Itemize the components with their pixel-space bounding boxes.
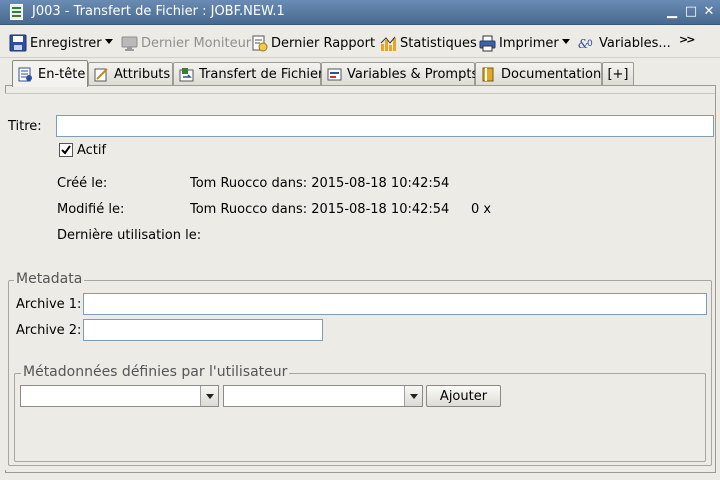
more-actions-icon[interactable]: >> [679,33,696,46]
add-tab-icon: [+] [607,67,629,82]
minimize-icon[interactable]: ▁ [664,4,680,20]
monitor-icon [121,36,138,51]
variables-button[interactable]: & 0 Variables... [578,33,671,53]
metadata-value-combo[interactable] [223,385,423,407]
variables-prompts-icon [327,68,342,81]
save-label: Enregistrer [30,35,102,51]
title-bar: J003 - Transfert de Fichier : JOBF.NEW.1… [0,0,720,25]
maximize-icon[interactable]: □ [683,4,699,20]
tab-documentation-label: Documentation [501,67,602,82]
window-title: J003 - Transfert de Fichier : JOBF.NEW.1 [32,4,285,19]
add-button[interactable]: Ajouter [426,385,501,407]
save-icon [9,34,27,52]
active-label: Actif [77,143,107,158]
tab-attributes[interactable]: Attributs [88,62,173,86]
archive2-label: Archive 2: [16,323,82,338]
archive2-field[interactable] [83,319,323,341]
chevron-down-icon[interactable] [404,386,422,406]
report-icon [252,35,268,51]
print-button[interactable]: Imprimer [479,33,559,53]
last-monitor-label: Dernier Moniteur [141,35,252,51]
svg-text:0: 0 [587,39,593,49]
tab-documentation[interactable]: Documentation [475,62,602,86]
toolbar: Enregistrer Dernier Moniteur Dernier Rap… [0,26,720,58]
documentation-icon [482,67,494,82]
tab-variables-prompts[interactable]: Variables & Prompts [321,62,479,86]
close-icon[interactable]: ✕ [701,4,717,20]
checkmark-icon [61,145,71,155]
active-checkbox[interactable] [59,143,73,157]
title-input[interactable] [57,116,713,136]
statistics-icon [380,36,396,51]
last-report-label: Dernier Rapport [271,35,376,51]
modified-value: Tom Ruocco dans: 2015-08-18 10:42:54 [190,202,450,217]
tab-file-transfer[interactable]: Transfert de Fichier [173,62,324,86]
print-dropdown-icon[interactable] [562,39,570,44]
last-used-label: Dernière utilisation le: [57,228,202,243]
last-report-button[interactable]: Dernier Rapport [251,33,375,53]
last-monitor-button[interactable]: Dernier Moniteur [121,33,251,53]
tab-add[interactable]: [+] [602,62,634,86]
tab-header-label: En-tête [38,66,86,82]
created-value: Tom Ruocco dans: 2015-08-18 10:42:54 [190,176,450,191]
save-dropdown-icon[interactable] [105,39,113,44]
metadata-group-title: Metadata [14,271,85,287]
user-metadata-group-title: Métadonnées définies par l'utilisateur [21,364,290,380]
tab-strip: En-tête Attributs Transfert de Fichier V… [0,58,720,87]
title-label: Titre: [8,119,42,134]
tab-file-transfer-label: Transfert de Fichier [199,67,324,82]
save-button[interactable]: Enregistrer [9,33,102,53]
app-icon [10,4,23,20]
chevron-down-icon[interactable] [200,386,218,406]
statistics-label: Statistiques [400,35,477,51]
metadata-key-combo[interactable] [20,385,219,407]
variables-icon: & 0 [578,37,593,51]
file-transfer-icon [179,68,194,82]
print-label: Imprimer [499,35,559,51]
modified-label: Modifié le: [57,202,125,217]
statistics-button[interactable]: Statistiques [380,33,477,53]
variables-label: Variables... [599,35,671,51]
tab-variables-prompts-label: Variables & Prompts [347,67,479,82]
archive1-label: Archive 1: [16,297,82,312]
print-icon [479,35,496,51]
modified-count: 0 x [471,202,492,217]
archive2-input[interactable] [84,320,322,340]
attributes-icon [94,68,108,82]
created-label: Créé le: [57,176,108,191]
tab-attributes-label: Attributs [114,67,171,82]
title-field[interactable] [56,115,714,137]
archive1-field[interactable] [83,293,707,315]
header-icon [18,67,32,81]
archive1-input[interactable] [84,294,706,314]
tab-header[interactable]: En-tête [12,60,88,87]
